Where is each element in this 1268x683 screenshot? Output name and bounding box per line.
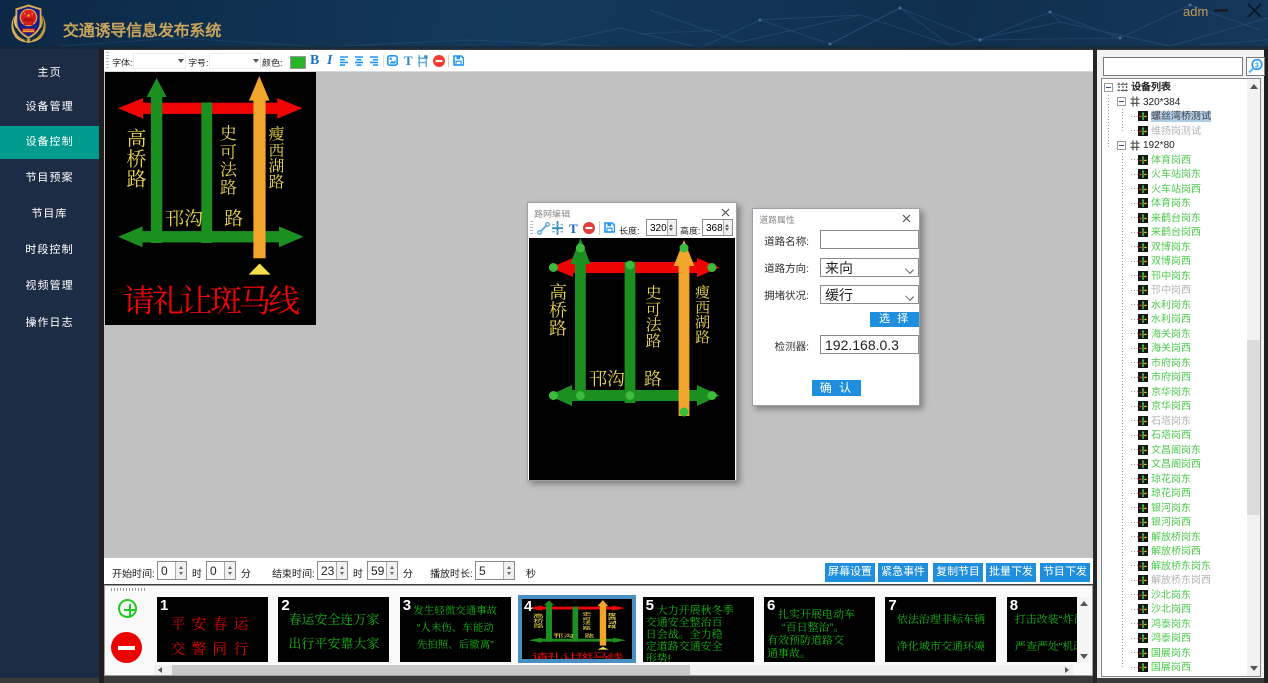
svg-text:3: 3 [1255,63,1259,70]
